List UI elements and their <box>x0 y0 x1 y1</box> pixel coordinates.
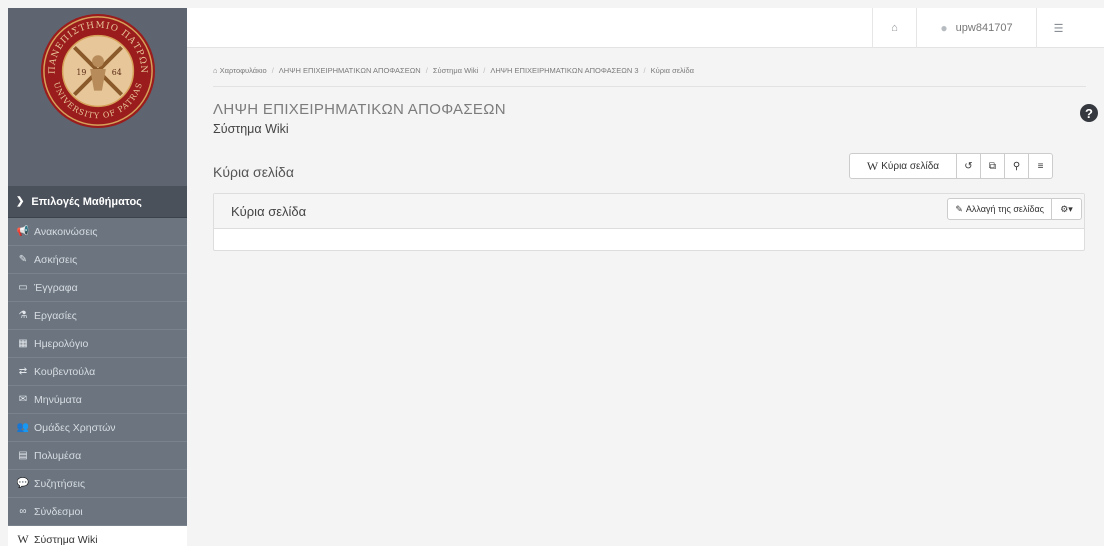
sidebar-item-label: Εργασίες <box>34 309 77 322</box>
sidebar-item[interactable]: ∞ Σύνδεσμοι <box>8 498 187 526</box>
logo-year-left: 19 <box>76 68 86 77</box>
sidebar-item[interactable]: W Σύστημα Wiki <box>8 526 187 546</box>
breadcrumb: ⌂ Χαρτοφυλάκιο / ΛΗΨΗ ΕΠΙΧΕΙΡΗΜΑΤΙΚΩΝ ΑΠΟΦ… <box>213 66 1086 87</box>
history-icon: ↺ <box>964 160 973 172</box>
user-icon: ● <box>940 21 948 35</box>
pages-icon: ⧉ <box>988 160 997 172</box>
course-options-toggle[interactable]: ❯ Επιλογές Μαθήματος <box>8 186 187 218</box>
sidebar-item-label: Συζητήσεις <box>34 477 86 490</box>
breadcrumb-separator: / <box>643 66 646 75</box>
film-icon: ▤ <box>18 450 28 461</box>
sidebar-item-label: Μηνύματα <box>34 393 82 406</box>
user-menu[interactable]: ● upw841707 <box>916 8 1036 48</box>
folder-icon: ▭ <box>18 282 28 293</box>
recent-pages-button[interactable]: ⧉ <box>980 154 1004 178</box>
edit-button-group: ✎ Αλλαγή της σελίδας ⚙▾ <box>947 198 1082 220</box>
edit-icon: ✎ <box>955 203 963 214</box>
edit-page-button[interactable]: ✎ Αλλαγή της σελίδας <box>948 199 1051 219</box>
top-bar: ⌂ ● upw841707 ☰ <box>187 8 1104 48</box>
megaphone-icon: 📢 <box>16 226 30 237</box>
calendar-icon: ▦ <box>18 338 28 349</box>
sidebar: 19 64 ΠΑΝΕΠΙΣΤΗΜΙΟ ΠΑΤΡΩΝ UNIVERSITY OF … <box>8 8 187 546</box>
breadcrumb-link: Κύρια σελίδα <box>650 66 694 75</box>
module-title: Σύστημα Wiki <box>213 122 289 136</box>
breadcrumb-separator: / <box>425 66 428 75</box>
users-icon: 👥 <box>16 422 30 433</box>
home-button[interactable]: ⌂ <box>872 8 916 48</box>
sidebar-item-label: Ανακοινώσεις <box>34 225 98 238</box>
sidebar-item-label: Ημερολόγιο <box>34 337 89 350</box>
breadcrumb-link[interactable]: Σύστημα Wiki <box>433 66 478 75</box>
course-options-label: Επιλογές Μαθήματος <box>31 195 142 208</box>
list-icon: ≡ <box>1037 160 1044 172</box>
history-button[interactable]: ↺ <box>956 154 980 178</box>
sidebar-item[interactable]: ⇄ Κουβεντούλα <box>8 358 187 386</box>
sidebar-item[interactable]: ▭ Έγγραφα <box>8 274 187 302</box>
sidebar-item-label: Έγγραφα <box>34 281 78 294</box>
sidebar-item[interactable]: 👥 Ομάδες Χρηστών <box>8 414 187 442</box>
sidebar-item[interactable]: ✎ Ασκήσεις <box>8 246 187 274</box>
home-icon: ⌂ <box>213 66 218 75</box>
exchange-icon: ⇄ <box>18 366 28 377</box>
sidebar-item[interactable]: ⚗ Εργασίες <box>8 302 187 330</box>
breadcrumb-link[interactable]: ΛΗΨΗ ΕΠΙΧΕΙΡΗΜΑΤΙΚΩΝ ΑΠΟΦΑΣΕΩΝ <box>279 66 421 75</box>
breadcrumb-separator: / <box>483 66 486 75</box>
sidebar-item[interactable]: 💬 Συζητήσεις <box>8 470 187 498</box>
edit-page-label: Αλλαγή της σελίδας <box>965 204 1044 214</box>
sidebar-item-label: Ομάδες Χρηστών <box>34 421 116 434</box>
panel-title: Κύρια σελίδα <box>231 203 307 219</box>
home-icon: ⌂ <box>891 22 898 34</box>
page-heading: Κύρια σελίδα <box>213 164 294 180</box>
wikipedia-icon: W <box>17 532 29 546</box>
search-button[interactable]: ⚲ <box>1004 154 1028 178</box>
logo-area: 19 64 ΠΑΝΕΠΙΣΤΗΜΙΟ ΠΑΤΡΩΝ UNIVERSITY OF … <box>8 8 187 186</box>
question-circle-icon[interactable]: ? <box>1080 104 1098 122</box>
flask-icon: ⚗ <box>18 310 28 321</box>
panel-header: Κύρια σελίδα ✎ Αλλαγή της σελίδας ⚙▾ <box>214 194 1084 229</box>
wiki-page-panel: Κύρια σελίδα ✎ Αλλαγή της σελίδας ⚙▾ <box>213 193 1085 251</box>
sidebar-item-label: Ασκήσεις <box>34 253 78 266</box>
main-page-button[interactable]: W Κύρια σελίδα <box>850 154 956 178</box>
list-button[interactable]: ≡ <box>1028 154 1052 178</box>
breadcrumb-separator: / <box>271 66 274 75</box>
breadcrumb-link[interactable]: Χαρτοφυλάκιο <box>220 66 267 75</box>
sliders-icon: ☰ <box>1053 22 1064 35</box>
wikipedia-icon: W <box>866 158 879 173</box>
settings-button[interactable]: ☰ <box>1036 8 1080 48</box>
sidebar-item-label: Πολυμέσα <box>34 449 82 462</box>
sidebar-item[interactable]: 📢 Ανακοινώσεις <box>8 218 187 246</box>
breadcrumb-link[interactable]: ΛΗΨΗ ΕΠΙΧΕΙΡΗΜΑΤΙΚΩΝ ΑΠΟΦΑΣΕΩΝ 3 <box>490 66 638 75</box>
wiki-toolbar: W Κύρια σελίδα ↺ ⧉ ⚲ ≡ <box>849 153 1053 179</box>
edit-icon: ✎ <box>18 254 28 265</box>
envelope-icon: ✉ <box>18 394 28 405</box>
page-options-dropdown[interactable]: ⚙▾ <box>1051 199 1081 219</box>
sidebar-item[interactable]: ▦ Ημερολόγιο <box>8 330 187 358</box>
username: upw841707 <box>955 22 1013 34</box>
link-icon: ∞ <box>19 506 27 517</box>
sidebar-item[interactable]: ▤ Πολυμέσα <box>8 442 187 470</box>
comments-icon: 💬 <box>16 478 30 489</box>
sidebar-item-label: Κουβεντούλα <box>34 365 96 378</box>
sidebar-item-label: Σύστημα Wiki <box>34 533 98 546</box>
sidebar-nav: 📢 Ανακοινώσεις ✎ Ασκήσεις ▭ Έγγραφα ⚗ Εργασίες ▦… <box>8 218 187 546</box>
search-icon: ⚲ <box>1012 160 1021 172</box>
chevron-down-icon: ❯ <box>16 196 25 207</box>
main-page-label: Κύρια σελίδα <box>881 160 940 172</box>
logo-year-right: 64 <box>112 68 122 77</box>
sidebar-item[interactable]: ✉ Μηνύματα <box>8 386 187 414</box>
sidebar-item-label: Σύνδεσμοι <box>34 505 83 518</box>
gear-icon: ⚙▾ <box>1060 203 1073 214</box>
university-logo[interactable]: 19 64 ΠΑΝΕΠΙΣΤΗΜΙΟ ΠΑΤΡΩΝ UNIVERSITY OF … <box>39 12 157 130</box>
course-title: ΛΗΨΗ ΕΠΙΧΕΙΡΗΜΑΤΙΚΩΝ ΑΠΟΦΑΣΕΩΝ <box>213 101 506 118</box>
main-content: ⌂ Χαρτοφυλάκιο / ΛΗΨΗ ΕΠΙΧΕΙΡΗΜΑΤΙΚΩΝ ΑΠΟΦ… <box>187 48 1104 546</box>
